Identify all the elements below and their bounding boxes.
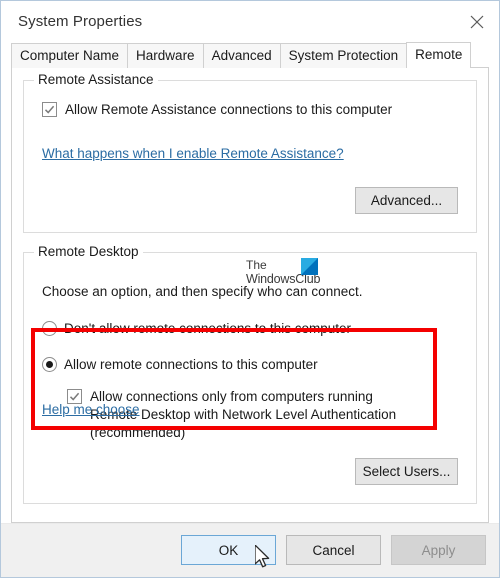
close-button[interactable] — [454, 1, 499, 42]
deny-remote-connections-radio[interactable] — [42, 321, 57, 336]
tab-page-remote: Remote Assistance Allow Remote Assistanc… — [11, 67, 489, 523]
allow-remote-connections-label: Allow remote connections to this compute… — [64, 357, 318, 372]
remote-assistance-help-link[interactable]: What happens when I enable Remote Assist… — [42, 146, 458, 161]
remote-assistance-group-title: Remote Assistance — [34, 72, 158, 87]
allow-remote-connections-radio[interactable] — [42, 357, 57, 372]
apply-button: Apply — [391, 535, 486, 565]
help-me-choose-link[interactable]: Help me choose — [42, 402, 140, 417]
remote-desktop-instruction: Choose an option, and then specify who c… — [42, 284, 363, 299]
tab-computer-name[interactable]: Computer Name — [11, 43, 129, 68]
tab-remote[interactable]: Remote — [406, 42, 472, 68]
allow-remote-connections-row[interactable]: Allow remote connections to this compute… — [42, 356, 458, 374]
deny-remote-connections-row[interactable]: Don't allow remote connections to this c… — [42, 320, 458, 338]
tab-hardware[interactable]: Hardware — [127, 43, 204, 68]
allow-remote-assistance-row[interactable]: Allow Remote Assistance connections to t… — [42, 101, 458, 119]
deny-remote-connections-label: Don't allow remote connections to this c… — [64, 321, 351, 336]
tab-strip: Computer Name Hardware Advanced System P… — [11, 42, 489, 68]
allow-remote-assistance-checkbox[interactable] — [42, 102, 57, 117]
ok-button[interactable]: OK — [181, 535, 276, 565]
help-me-choose-row: Help me choose — [42, 401, 140, 419]
title-bar: System Properties — [1, 1, 499, 42]
remote-desktop-group: Remote Desktop The WindowsClub Choose an… — [23, 244, 477, 504]
close-icon — [470, 15, 484, 29]
tab-system-protection[interactable]: System Protection — [279, 43, 408, 68]
footer-button-group: OK Cancel Apply — [181, 535, 486, 565]
select-users-button[interactable]: Select Users... — [355, 458, 458, 485]
window-title: System Properties — [18, 13, 143, 30]
system-properties-dialog: System Properties Computer Name Hardware… — [0, 0, 500, 578]
tab-advanced[interactable]: Advanced — [202, 43, 281, 68]
allow-remote-assistance-label: Allow Remote Assistance connections to t… — [65, 102, 393, 117]
cancel-button[interactable]: Cancel — [286, 535, 381, 565]
advanced-button[interactable]: Advanced... — [355, 187, 458, 214]
dialog-footer: OK Cancel Apply — [1, 523, 499, 577]
remote-assistance-group: Remote Assistance Allow Remote Assistanc… — [23, 72, 477, 233]
